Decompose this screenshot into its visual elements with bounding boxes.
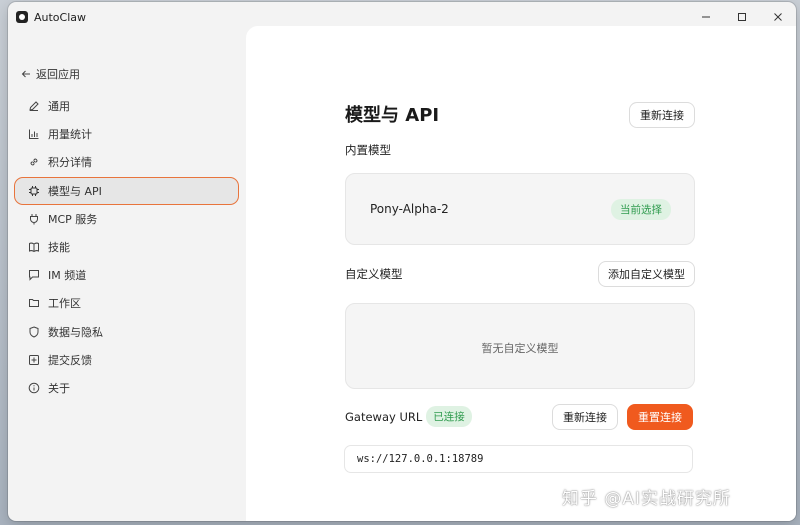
sidebar-item-usage[interactable]: 用量统计 — [14, 120, 239, 148]
minimize-icon — [702, 16, 710, 18]
sidebar-item-mcp[interactable]: MCP 服务 — [14, 205, 239, 233]
sidebar-item-general[interactable]: 通用 — [14, 92, 239, 120]
close-icon — [774, 13, 782, 21]
sidebar-item-workspace[interactable]: 工作区 — [14, 289, 239, 317]
link-icon — [28, 156, 40, 168]
sidebar-item-label: 提交反馈 — [48, 353, 92, 367]
sidebar-item-about[interactable]: 关于 — [14, 374, 239, 402]
page-title: 模型与 API — [345, 105, 440, 126]
builtin-models-label: 内置模型 — [345, 143, 391, 157]
sidebar-item-label: MCP 服务 — [48, 212, 98, 226]
reset-connection-button[interactable]: 重置连接 — [627, 404, 693, 430]
app-window: AutoClaw 返回应用 通用 用量统计 积分详情 模型与 API MCP 服… — [8, 2, 796, 521]
sidebar-item-feedback[interactable]: 提交反馈 — [14, 346, 239, 374]
feedback-icon — [28, 354, 40, 366]
maximize-icon — [738, 13, 746, 21]
settings-nav: 通用 用量统计 积分详情 模型与 API MCP 服务 技能 IM 频道 工作区… — [14, 92, 239, 402]
sidebar-item-label: 技能 — [48, 240, 70, 254]
add-custom-model-button[interactable]: 添加自定义模型 — [598, 261, 695, 287]
sidebar-item-label: 数据与隐私 — [48, 325, 103, 339]
info-icon — [28, 382, 40, 394]
sidebar-item-label: 工作区 — [48, 297, 81, 311]
gateway-url-label: Gateway URL — [345, 410, 423, 424]
chat-icon — [28, 269, 40, 281]
arrow-left-icon — [21, 70, 30, 78]
model-name: Pony-Alpha-2 — [370, 202, 449, 216]
custom-models-label: 自定义模型 — [345, 267, 403, 281]
back-to-app-link[interactable]: 返回应用 — [21, 66, 80, 82]
reconnect-button-top[interactable]: 重新连接 — [629, 102, 695, 128]
connected-badge: 已连接 — [426, 406, 472, 427]
folder-icon — [28, 297, 40, 309]
sidebar: 返回应用 通用 用量统计 积分详情 模型与 API MCP 服务 技能 IM 频… — [8, 32, 245, 521]
main-panel: 模型与 API 重新连接 内置模型 Pony-Alpha-2 当前选择 自定义模… — [246, 26, 796, 521]
plug-icon — [28, 213, 40, 225]
app-title: AutoClaw — [34, 10, 87, 24]
back-label: 返回应用 — [36, 68, 80, 81]
sidebar-item-privacy[interactable]: 数据与隐私 — [14, 318, 239, 346]
sidebar-item-im-channels[interactable]: IM 频道 — [14, 261, 239, 289]
shield-icon — [28, 325, 40, 338]
sidebar-item-label: 关于 — [48, 381, 70, 395]
sidebar-item-skills[interactable]: 技能 — [14, 233, 239, 261]
gateway-url-field[interactable]: ws://127.0.0.1:18789 — [344, 445, 693, 473]
reconnect-button[interactable]: 重新连接 — [552, 404, 618, 430]
app-logo-icon — [16, 11, 28, 23]
book-icon — [28, 241, 40, 253]
pencil-icon — [28, 100, 40, 112]
sidebar-item-label: 通用 — [48, 100, 70, 113]
sidebar-item-models-api[interactable]: 模型与 API — [14, 176, 239, 205]
sidebar-item-label: 积分详情 — [48, 156, 92, 170]
sidebar-item-label: IM 频道 — [48, 269, 87, 283]
bar-chart-icon — [28, 128, 40, 140]
sidebar-item-label: 模型与 API — [48, 184, 102, 198]
custom-models-empty-card: 暂无自定义模型 — [345, 303, 695, 389]
watermark: 知乎 @AI实战研究所 — [562, 489, 732, 509]
sidebar-item-label: 用量统计 — [48, 128, 92, 142]
builtin-model-card[interactable]: Pony-Alpha-2 当前选择 — [345, 173, 695, 245]
sidebar-item-credits[interactable]: 积分详情 — [14, 148, 239, 176]
chip-icon — [28, 185, 40, 197]
empty-state-text: 暂无自定义模型 — [481, 342, 559, 355]
current-selection-badge: 当前选择 — [611, 199, 671, 220]
